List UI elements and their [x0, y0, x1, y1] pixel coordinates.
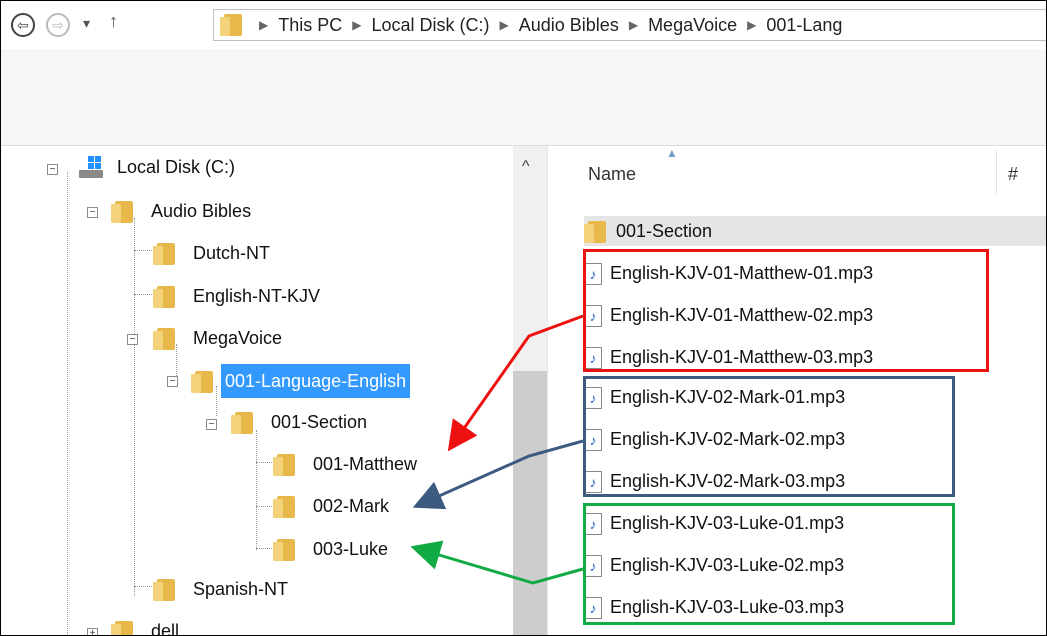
column-separator[interactable]	[996, 150, 997, 194]
breadcrumb-local-disk[interactable]: Local Disk (C:)	[371, 15, 489, 35]
pane-divider[interactable]	[547, 146, 548, 635]
tree-item-label: 002-Mark	[313, 496, 390, 516]
scroll-up-icon[interactable]: ^	[522, 158, 530, 176]
tree-item-dutch-nt[interactable]: Dutch-NT	[153, 238, 274, 268]
breadcrumb-megavoice[interactable]: MegaVoice	[648, 15, 737, 35]
collapse-audio-bibles[interactable]: −	[87, 207, 98, 218]
folder-icon	[153, 286, 179, 309]
tree-item-matthew[interactable]: 001-Matthew	[273, 449, 421, 479]
up-arrow-icon: ↑	[109, 11, 118, 31]
file-name: 001-Section	[616, 221, 713, 241]
tree-item-section[interactable]: 001-Section	[231, 407, 371, 437]
sort-ascending-icon: ▲	[666, 146, 678, 160]
up-button[interactable]: ↑	[109, 11, 118, 32]
folder-icon	[191, 371, 217, 394]
chevron-down-icon: ▾	[83, 15, 91, 31]
breadcrumb: ▶ This PC ▶ Local Disk (C:) ▶ Audio Bibles ▶ Me…	[249, 15, 842, 36]
folder-icon	[231, 412, 257, 435]
explorer-window: ⇦ ⇨ ▾ ↑ ▶ This PC ▶ Local Disk (C:) ▶ Audio B…	[0, 0, 1047, 636]
back-button[interactable]: ⇦	[11, 13, 35, 37]
collapse-megavoice[interactable]: −	[127, 334, 138, 345]
forward-button[interactable]: ⇨	[46, 13, 70, 37]
scrollbar-thumb[interactable]	[513, 371, 547, 635]
folder-icon	[220, 14, 246, 36]
tree-item-luke[interactable]: 003-Luke	[273, 534, 392, 564]
tree-item-label: 001-Language-English	[221, 364, 411, 398]
chevron-right-icon: ▶	[747, 18, 757, 32]
back-arrow-icon: ⇦	[17, 17, 29, 33]
folder-icon	[273, 454, 299, 477]
forward-arrow-icon: ⇨	[52, 17, 64, 33]
collapse-local-disk[interactable]: −	[47, 164, 58, 175]
tree-item-spanish-nt[interactable]: Spanish-NT	[153, 574, 292, 604]
tree-item-dell[interactable]: dell	[111, 616, 183, 636]
folder-icon	[153, 328, 179, 351]
tree-item-label: 001-Section	[271, 412, 368, 432]
annotation-box-mark	[583, 376, 955, 497]
ribbon-area	[1, 49, 1046, 146]
navigation-tree: − Local Disk (C:) − Audio Bibles Dutch-N…	[1, 146, 547, 636]
tree-item-label: Audio Bibles	[151, 201, 252, 221]
column-name[interactable]: Name	[588, 164, 636, 185]
collapse-section[interactable]: −	[206, 419, 217, 430]
collapse-language-english[interactable]: −	[167, 376, 178, 387]
annotation-box-luke	[583, 503, 955, 625]
tree-item-label: 001-Matthew	[313, 454, 418, 474]
tree-item-label: dell	[151, 621, 180, 636]
tree-item-label: MegaVoice	[193, 328, 283, 348]
tree-item-megavoice[interactable]: MegaVoice	[153, 323, 286, 353]
annotation-box-matthew	[583, 249, 989, 372]
drive-icon	[77, 156, 105, 180]
chevron-right-icon: ▶	[352, 18, 362, 32]
breadcrumb-audio-bibles[interactable]: Audio Bibles	[519, 15, 619, 35]
tree-item-audio-bibles[interactable]: Audio Bibles	[111, 196, 255, 226]
tree-item-english-nt-kjv[interactable]: English-NT-KJV	[153, 281, 324, 311]
tree-item-mark[interactable]: 002-Mark	[273, 491, 393, 521]
folder-icon	[584, 221, 610, 244]
chevron-right-icon: ▶	[259, 18, 269, 32]
tree-item-label: English-NT-KJV	[193, 286, 321, 306]
list-item-section-folder[interactable]: 001-Section	[584, 216, 1046, 246]
tree-item-label: 003-Luke	[313, 539, 389, 559]
folder-icon	[153, 579, 179, 602]
address-bar-area: ⇦ ⇨ ▾ ↑ ▶ This PC ▶ Local Disk (C:) ▶ Audio B…	[1, 1, 1046, 49]
folder-icon	[111, 201, 137, 224]
recent-locations-dropdown[interactable]: ▾	[83, 15, 90, 32]
expand-dell[interactable]: +	[87, 628, 98, 635]
folder-icon	[111, 621, 137, 635]
tree-item-language-english[interactable]: 001-Language-English	[191, 364, 411, 398]
tree-scrollbar[interactable]: ^	[513, 146, 547, 635]
breadcrumb-this-pc[interactable]: This PC	[278, 15, 342, 35]
column-number[interactable]: #	[1008, 164, 1018, 185]
tree-item-label: Dutch-NT	[193, 243, 271, 263]
tree-item-label: Local Disk (C:)	[117, 157, 236, 177]
folder-icon	[273, 496, 299, 519]
column-header: ▲ Name #	[548, 146, 1046, 198]
chevron-right-icon: ▶	[499, 18, 509, 32]
breadcrumb-language[interactable]: 001-Lang	[766, 15, 842, 35]
chevron-right-icon: ▶	[628, 18, 639, 32]
folder-icon	[153, 243, 179, 266]
folder-icon	[273, 539, 299, 562]
tree-item-local-disk[interactable]: Local Disk (C:)	[77, 152, 239, 182]
tree-item-label: Spanish-NT	[193, 579, 289, 599]
